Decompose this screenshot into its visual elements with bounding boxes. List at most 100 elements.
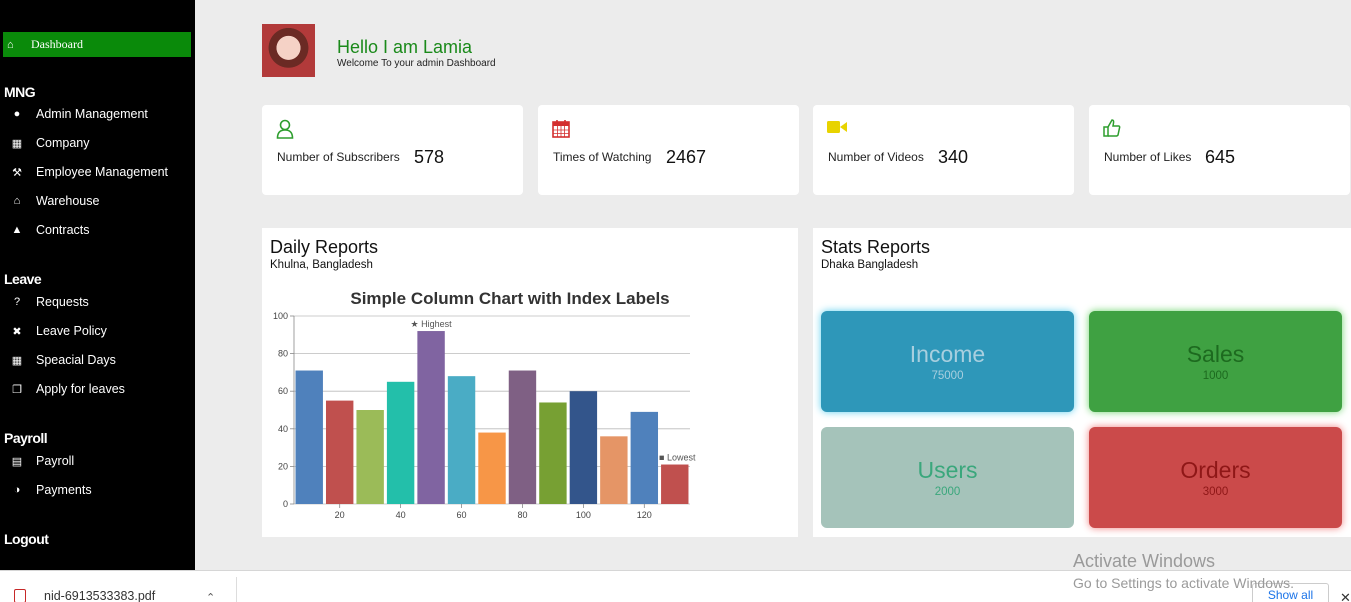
x-tick-label: 80 [517, 510, 527, 520]
thumbs-up-icon: ▲ [11, 224, 23, 236]
sidebar-item-label: Warehouse [36, 194, 100, 208]
building-icon: ▦ [11, 137, 23, 150]
bar [569, 391, 598, 504]
index-label: ★ Highest [411, 319, 453, 329]
sidebar-item-admin-management[interactable]: ● Admin Management [10, 105, 148, 123]
user-outline-icon [276, 119, 294, 144]
bar [630, 411, 659, 504]
sidebar-item-speacial-days[interactable]: ▦ Speacial Days [10, 351, 116, 369]
close-icon[interactable]: ✕ [1340, 590, 1351, 602]
stat-sales[interactable]: Sales 1000 [1089, 311, 1342, 412]
card-watching: Times of Watching 2467 [538, 105, 799, 195]
sidebar-item-label: Admin Management [36, 107, 148, 121]
sidebar-item-leave-policy[interactable]: ✖ Leave Policy [10, 322, 107, 340]
card-videos: Number of Videos 340 [813, 105, 1074, 195]
y-tick-label: 60 [278, 386, 288, 396]
card-label: Times of Watching [553, 150, 652, 164]
x-tick-label: 120 [637, 510, 652, 520]
card-label: Number of Subscribers [277, 150, 400, 164]
sidebar-item-label: Company [36, 136, 90, 150]
x-tick-label: 60 [457, 510, 467, 520]
stat-value: 1000 [1202, 370, 1229, 382]
credit-card-icon: ▤ [11, 455, 23, 468]
stats-reports-panel: Stats Reports Dhaka Bangladesh Income 75… [813, 228, 1351, 537]
bar [417, 331, 445, 504]
sidebar-item-label: Apply for leaves [36, 382, 125, 396]
sidebar-item-apply-for-leaves[interactable]: ❐ Apply for leaves [10, 380, 125, 398]
x-tick-label: 40 [396, 510, 406, 520]
sidebar-item-warehouse[interactable]: ⌂ Warehouse [10, 192, 100, 210]
chevron-up-icon[interactable]: ⌃ [206, 591, 215, 602]
card-value: 578 [414, 147, 445, 167]
section-title-payroll: Payroll [4, 430, 48, 446]
bar [508, 370, 537, 504]
divider [236, 577, 237, 602]
welcome-text: Welcome To your admin Dashboard [337, 58, 496, 69]
sidebar-item-company[interactable]: ▦ Company [10, 134, 90, 152]
stat-users[interactable]: Users 2000 [821, 427, 1074, 528]
adjust-icon: ◑ [13, 484, 21, 496]
y-tick-label: 0 [283, 499, 288, 509]
sidebar-item-payroll[interactable]: ▤ Payroll [10, 452, 74, 470]
card-subscribers: Number of Subscribers 578 [262, 105, 523, 195]
stat-orders[interactable]: Orders 3000 [1089, 427, 1342, 528]
sidebar-item-requests[interactable]: ? Requests [10, 293, 89, 311]
sidebar-item-label: Leave Policy [36, 324, 107, 338]
activate-windows-subtitle: Go to Settings to activate Windows. [1073, 575, 1294, 591]
sidebar-item-dashboard[interactable]: ⌂ Dashboard [3, 32, 191, 57]
times-circle-icon: ✖ [12, 325, 22, 338]
sidebar: ⌂ Dashboard MNG ● Admin Management ▦ Compa… [0, 0, 195, 570]
sidebar-item-label: Employee Management [36, 165, 169, 179]
sidebar-item-contracts[interactable]: ▲ Contracts [10, 221, 90, 239]
section-title-mng: MNG [4, 84, 36, 100]
card-value: 2467 [666, 147, 707, 167]
stat-name: Income [909, 341, 986, 367]
panel-title: Stats Reports [821, 237, 931, 257]
card-likes: Number of Likes 645 [1089, 105, 1350, 195]
bar [325, 400, 354, 504]
bar [539, 402, 567, 504]
sidebar-item-employee-management[interactable]: ⚒ Employee Management [10, 163, 168, 181]
card-value: 645 [1205, 147, 1236, 167]
calendar-icon [552, 119, 570, 143]
wrench-icon: ⚒ [12, 166, 22, 179]
sidebar-item-label: Payments [36, 483, 92, 497]
y-tick-label: 80 [278, 349, 288, 359]
sidebar-item-label: Contracts [36, 223, 90, 237]
bar [295, 370, 323, 504]
download-file-name: nid-6913533383.pdf [44, 589, 156, 602]
stat-name: Sales [1186, 341, 1245, 367]
sidebar-item-payments[interactable]: ◑ Payments [10, 481, 92, 499]
thumbs-up-outline-icon [1103, 119, 1121, 142]
daily-reports-panel: Daily Reports Khulna, Bangladesh Simple … [262, 228, 798, 537]
card-value: 340 [938, 147, 969, 167]
pdf-file-icon [14, 589, 26, 602]
card-label: Number of Videos [828, 150, 924, 164]
bar [661, 464, 689, 504]
stat-value: 2000 [934, 486, 961, 498]
question-icon: ? [13, 296, 21, 308]
avatar [262, 24, 315, 77]
activate-windows-title: Activate Windows [1073, 551, 1216, 571]
stat-value: 75000 [931, 370, 964, 382]
chart-title: Simple Column Chart with Index Labels [350, 289, 669, 308]
download-item[interactable]: nid-6913533383.pdf [14, 589, 155, 602]
user-icon: ● [13, 108, 21, 120]
stat-income[interactable]: Income 75000 [821, 311, 1074, 412]
index-label: ■ Lowest [659, 453, 696, 463]
x-tick-label: 100 [576, 510, 591, 520]
x-tick-label: 20 [335, 510, 345, 520]
y-tick-label: 20 [278, 461, 288, 471]
sidebar-item-label: Payroll [36, 454, 75, 468]
sidebar-item-label: Dashboard [31, 37, 83, 51]
sidebar-item-label: Requests [36, 295, 89, 309]
stat-name: Users [917, 457, 978, 483]
bar [600, 436, 628, 504]
home-icon: ⌂ [7, 38, 14, 51]
y-tick-label: 100 [273, 311, 288, 321]
bar [356, 410, 384, 504]
logout-link[interactable]: Logout [4, 531, 49, 547]
bar [386, 381, 415, 504]
bar [447, 376, 476, 504]
stat-name: Orders [1180, 457, 1251, 483]
